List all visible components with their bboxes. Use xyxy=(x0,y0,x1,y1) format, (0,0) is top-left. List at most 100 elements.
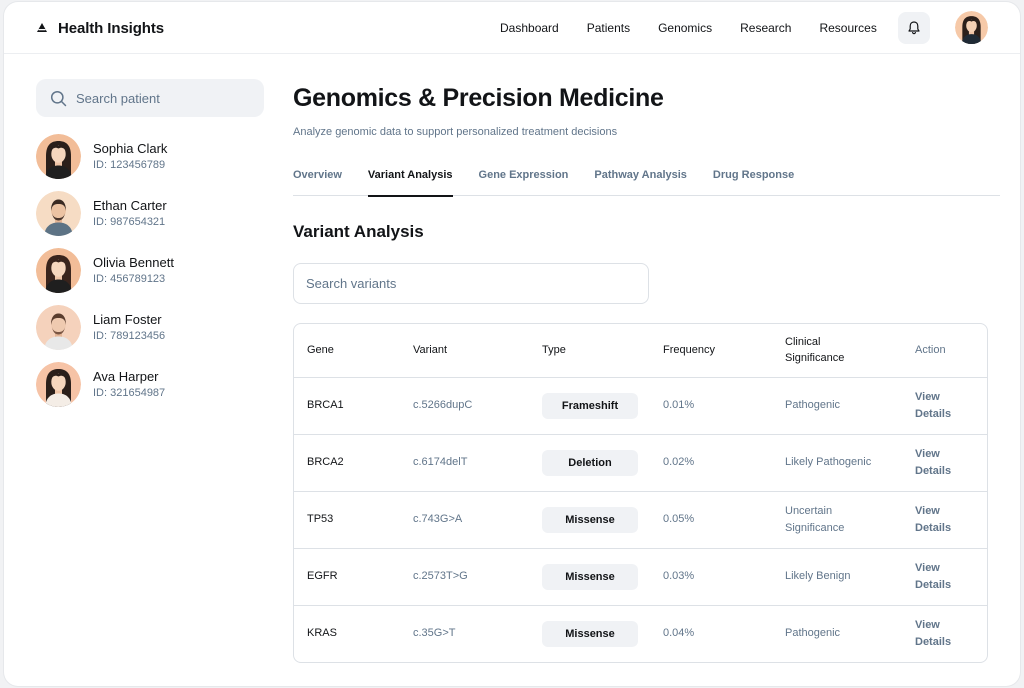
cell-variant: c.2573T>G xyxy=(400,547,529,605)
cell-action: View Details xyxy=(902,376,987,434)
tab-gene-expression[interactable]: Gene Expression xyxy=(479,160,569,196)
cell-type: Deletion xyxy=(529,433,650,491)
patient-item[interactable]: Olivia Bennett ID: 456789123 xyxy=(36,247,264,294)
patient-avatar xyxy=(36,134,81,179)
cell-significance: Uncertain Significance xyxy=(772,490,902,548)
cell-action: View Details xyxy=(902,547,987,605)
cell-variant: c.743G>A xyxy=(400,490,529,548)
patient-list: Sophia Clark ID: 123456789 Ethan Carter … xyxy=(36,133,264,418)
column-header-type[interactable]: Type xyxy=(529,324,650,377)
cell-frequency: 0.01% xyxy=(650,376,772,434)
female-avatar-image xyxy=(36,362,81,407)
patient-item[interactable]: Liam Foster ID: 789123456 xyxy=(36,304,264,351)
cell-action: View Details xyxy=(902,490,987,548)
brand[interactable]: Health Insights xyxy=(36,17,164,39)
view-details-link[interactable]: View Details xyxy=(915,503,963,537)
patient-info: Olivia Bennett ID: 456789123 xyxy=(93,254,174,287)
cell-gene: BRCA1 xyxy=(294,376,400,434)
column-header-variant[interactable]: Variant xyxy=(400,324,529,377)
patient-id: ID: 123456789 xyxy=(93,159,166,171)
cell-variant: c.35G>T xyxy=(400,604,529,662)
column-header-significance[interactable]: Clinical Significance xyxy=(772,324,902,377)
tab-drug-response[interactable]: Drug Response xyxy=(713,160,794,196)
patient-info: Ava Harper ID: 321654987 xyxy=(93,368,165,401)
cell-frequency: 0.02% xyxy=(650,433,772,491)
patient-avatar xyxy=(36,362,81,407)
column-header-frequency[interactable]: Frequency xyxy=(650,324,772,377)
patient-avatar xyxy=(36,305,81,350)
patient-search-input[interactable] xyxy=(76,90,246,106)
nav-genomics[interactable]: Genomics xyxy=(658,20,712,36)
cell-type: Missense xyxy=(529,547,650,605)
search-icon xyxy=(50,90,67,106)
patient-avatar xyxy=(36,191,81,236)
main-nav: Dashboard Patients Genomics Research Res… xyxy=(500,20,905,36)
table-row: KRAS c.35G>T Missense 0.04% Pathogenic V… xyxy=(294,604,987,662)
patient-id: ID: 456789123 xyxy=(93,273,166,285)
female-avatar-image xyxy=(36,248,81,293)
user-avatar-image xyxy=(955,11,988,44)
patient-name: Ava Harper xyxy=(93,369,159,384)
cell-gene: EGFR xyxy=(294,547,400,605)
patient-info: Ethan Carter ID: 987654321 xyxy=(93,197,167,230)
table-row: BRCA2 c.6174delT Deletion 0.02% Likely P… xyxy=(294,433,987,491)
cell-type: Missense xyxy=(529,490,650,548)
triangle-logo-icon xyxy=(37,23,47,32)
variant-search[interactable] xyxy=(293,263,649,304)
variant-table: Gene Variant Type Frequency Clinical Sig… xyxy=(293,323,988,663)
patient-id: ID: 987654321 xyxy=(93,216,166,228)
view-details-link[interactable]: View Details xyxy=(915,617,963,651)
table-row: EGFR c.2573T>G Missense 0.03% Likely Ben… xyxy=(294,547,987,605)
view-details-link[interactable]: View Details xyxy=(915,389,963,423)
table-header-row: Gene Variant Type Frequency Clinical Sig… xyxy=(294,324,987,377)
page-title: Genomics & Precision Medicine xyxy=(293,84,664,112)
nav-dashboard[interactable]: Dashboard xyxy=(500,20,559,36)
genomics-tabs: Overview Variant Analysis Gene Expressio… xyxy=(293,160,1000,197)
tab-overview[interactable]: Overview xyxy=(293,160,342,196)
nav-research[interactable]: Research xyxy=(740,20,791,36)
patient-info: Liam Foster ID: 789123456 xyxy=(93,311,165,344)
patient-search[interactable] xyxy=(36,79,264,117)
patient-name: Olivia Bennett xyxy=(93,255,174,270)
type-badge: Deletion xyxy=(542,449,638,476)
cell-frequency: 0.05% xyxy=(650,490,772,548)
view-details-link[interactable]: View Details xyxy=(915,560,963,594)
patient-item[interactable]: Ethan Carter ID: 987654321 xyxy=(36,190,264,237)
tab-pathway-analysis[interactable]: Pathway Analysis xyxy=(594,160,687,196)
cell-action: View Details xyxy=(902,604,987,662)
cell-significance: Pathogenic xyxy=(772,376,902,434)
view-details-link[interactable]: View Details xyxy=(915,446,963,480)
male-avatar-image xyxy=(36,305,81,350)
cell-gene: TP53 xyxy=(294,490,400,548)
notifications-button[interactable] xyxy=(898,12,930,44)
variant-table-grid: Gene Variant Type Frequency Clinical Sig… xyxy=(294,324,987,662)
nav-patients[interactable]: Patients xyxy=(587,20,630,36)
patient-name: Sophia Clark xyxy=(93,141,168,156)
cell-significance: Likely Pathogenic xyxy=(772,433,902,491)
patient-info: Sophia Clark ID: 123456789 xyxy=(93,140,167,173)
nav-resources[interactable]: Resources xyxy=(819,20,876,36)
column-header-gene[interactable]: Gene xyxy=(294,324,400,377)
cell-type: Frameshift xyxy=(529,376,650,434)
section-title: Variant Analysis xyxy=(293,222,424,241)
tab-variant-analysis[interactable]: Variant Analysis xyxy=(367,160,453,197)
top-header: Health Insights Dashboard Patients Genom… xyxy=(4,2,1020,54)
male-avatar-image xyxy=(36,191,81,236)
cell-type: Missense xyxy=(529,604,650,662)
type-badge: Missense xyxy=(542,620,638,647)
cell-significance: Pathogenic xyxy=(772,604,902,662)
variant-search-input[interactable] xyxy=(306,276,626,291)
patient-name: Liam Foster xyxy=(93,312,162,327)
cell-gene: BRCA2 xyxy=(294,433,400,491)
cell-action: View Details xyxy=(902,433,987,491)
cell-variant: c.5266dupC xyxy=(400,376,529,434)
patient-item[interactable]: Ava Harper ID: 321654987 xyxy=(36,361,264,408)
patient-id: ID: 789123456 xyxy=(93,330,166,342)
cell-variant: c.6174delT xyxy=(400,433,529,491)
column-header-action: Action xyxy=(915,344,946,357)
female-avatar-image xyxy=(36,134,81,179)
type-badge: Frameshift xyxy=(542,392,638,419)
user-avatar[interactable] xyxy=(955,11,988,44)
patient-item[interactable]: Sophia Clark ID: 123456789 xyxy=(36,133,264,180)
cell-frequency: 0.04% xyxy=(650,604,772,662)
